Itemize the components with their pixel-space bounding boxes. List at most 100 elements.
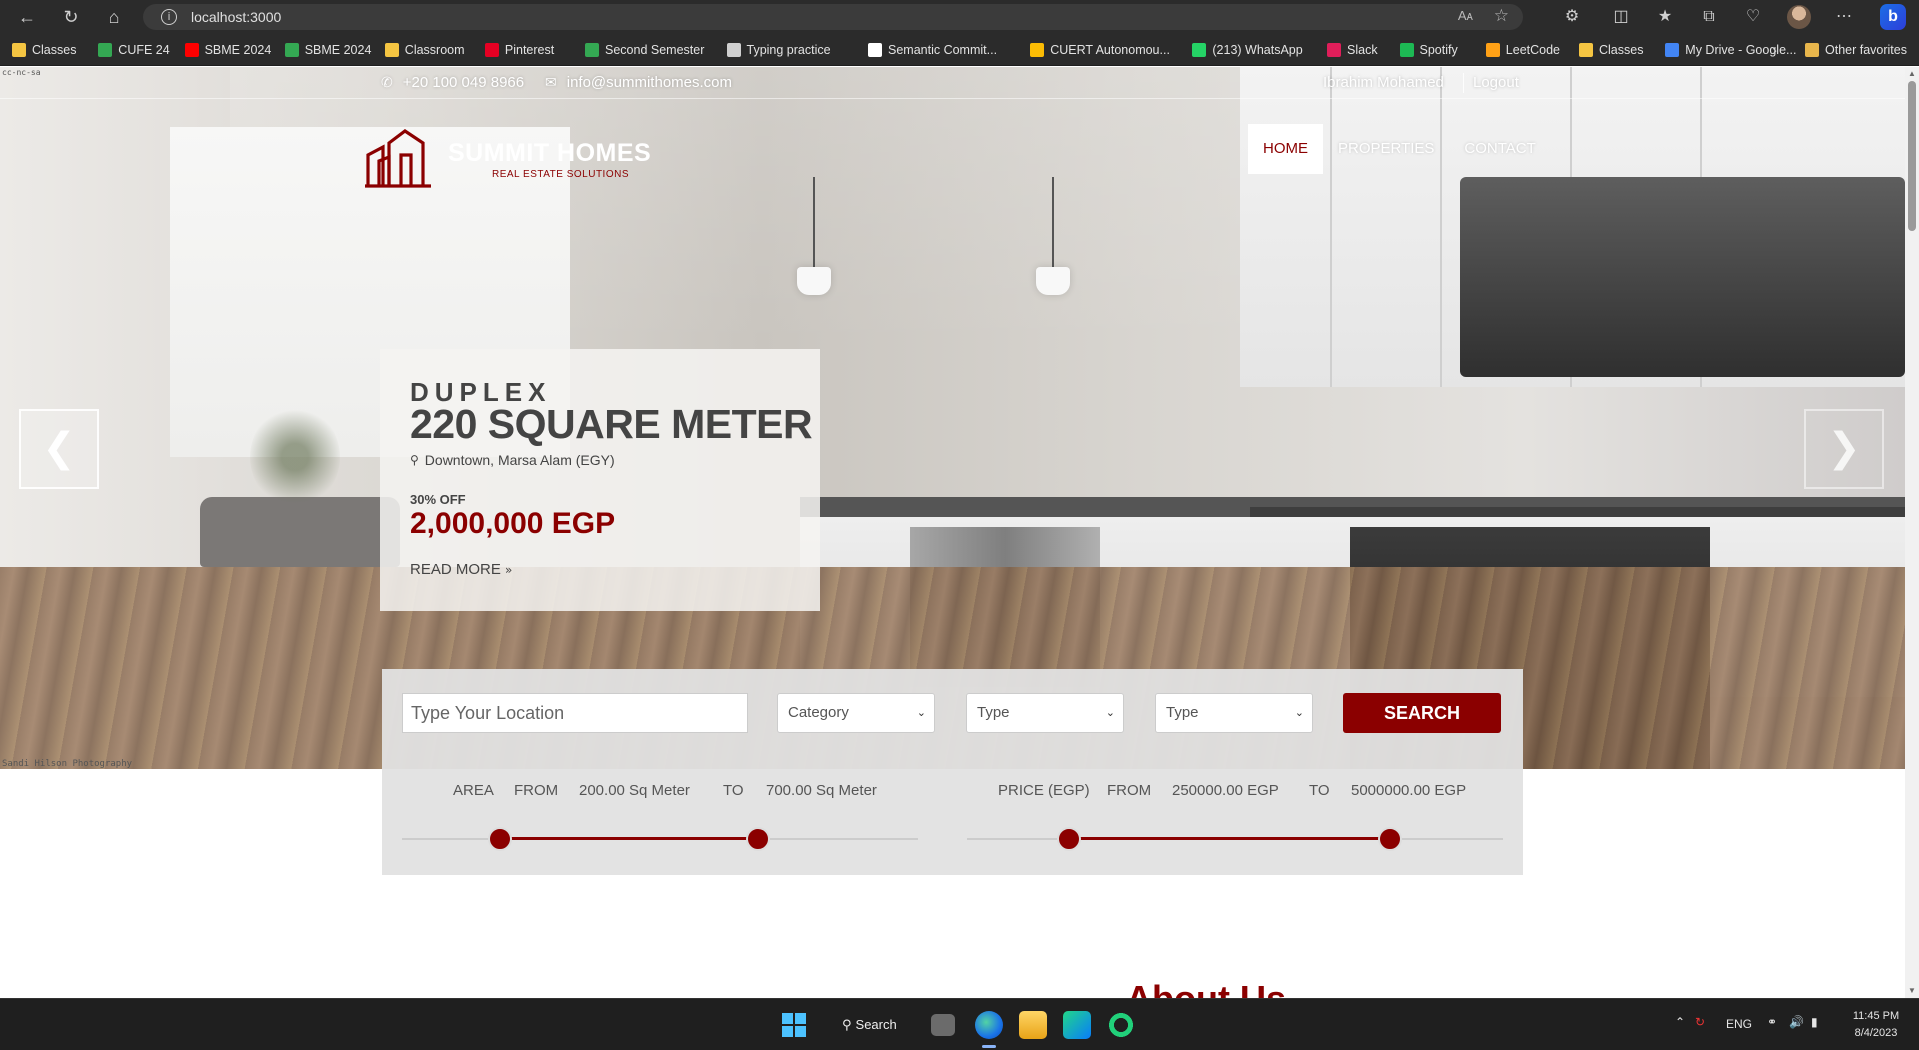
language-indicator[interactable]: ENG (1726, 1017, 1752, 1031)
site-info-icon[interactable]: i (161, 9, 177, 25)
bookmark-item[interactable]: Typing practice (726, 41, 831, 59)
favorite-star-icon[interactable]: ☆ (1494, 6, 1509, 26)
email-contact[interactable]: ✉ info@summithomes.com (545, 74, 732, 91)
bookmark-label[interactable]: Typing practice (747, 43, 831, 57)
read-aloud-icon[interactable]: Aᴀ (1458, 8, 1473, 23)
scroll-down-icon[interactable]: ▼ (1907, 986, 1917, 996)
location-search-input[interactable] (402, 693, 748, 733)
wifi-icon[interactable]: ⚭ (1767, 1015, 1777, 1029)
collections-icon[interactable]: ⧉ (1697, 5, 1721, 29)
url-text[interactable]: localhost:3000 (191, 9, 281, 25)
bookmark-favicon-icon (868, 43, 882, 57)
area-max-handle[interactable] (746, 827, 771, 851)
windows-start-icon[interactable] (782, 1013, 806, 1037)
nav-properties[interactable]: PROPERTIES (1323, 124, 1449, 174)
favorites-icon[interactable]: ★ (1653, 5, 1677, 29)
bookmark-item[interactable]: CUFE 24 (98, 41, 170, 59)
bookmark-label[interactable]: LeetCode (1506, 43, 1560, 57)
address-bar[interactable]: i localhost:3000 Aᴀ ☆ (143, 4, 1523, 30)
split-screen-icon[interactable]: ◫ (1609, 5, 1633, 29)
category-select[interactable]: Category ⌄ (777, 693, 935, 733)
sync-icon[interactable]: ↻ (1695, 1015, 1705, 1029)
bookmark-label[interactable]: Second Semester (605, 43, 704, 57)
bookmark-item[interactable]: CUERT Autonomou... (1030, 41, 1170, 59)
chevron-down-icon: ⌄ (1105, 706, 1115, 719)
bookmark-label[interactable]: My Drive - Google... (1685, 43, 1796, 57)
logout-link[interactable]: Logout (1473, 74, 1519, 91)
bookmark-favicon-icon (1485, 43, 1500, 57)
bookmarks-overflow-icon[interactable]: › (1772, 42, 1777, 59)
chevron-up-icon[interactable]: ⌃ (1675, 1015, 1685, 1029)
search-button[interactable]: SEARCH (1343, 693, 1501, 733)
scroll-up-icon[interactable]: ▲ (1907, 69, 1917, 79)
email-address[interactable]: info@summithomes.com (567, 74, 732, 91)
bookmark-item[interactable]: Slack (1327, 41, 1378, 59)
other-favorites-folder[interactable]: Other favorites (1805, 41, 1907, 59)
refresh-icon[interactable]: ↻ (58, 4, 84, 30)
browser-essentials-icon[interactable]: ♡ (1741, 5, 1765, 29)
nav-home[interactable]: HOME (1248, 124, 1323, 174)
slide-prev-button[interactable]: ❮ (19, 409, 99, 489)
more-menu-icon[interactable]: ⋯ (1832, 5, 1856, 29)
home-icon[interactable]: ⌂ (101, 4, 127, 30)
type-select-2[interactable]: Type ⌄ (1155, 693, 1313, 733)
bookmark-item[interactable]: Classroom (384, 41, 465, 59)
volume-icon[interactable]: 🔊 (1789, 1015, 1804, 1029)
folder-icon (1805, 43, 1819, 57)
read-more-label[interactable]: READ MORE (410, 561, 501, 578)
bookmark-label[interactable]: SBME 2024 (205, 43, 272, 57)
bookmark-label[interactable]: Pinterest (505, 43, 554, 57)
extensions-icon[interactable]: ⚙ (1560, 5, 1584, 29)
other-favorites-label[interactable]: Other favorites (1825, 43, 1907, 57)
bookmark-item[interactable]: Second Semester (585, 41, 704, 59)
price-max-handle[interactable] (1378, 827, 1403, 851)
back-icon[interactable]: ← (14, 4, 40, 30)
battery-icon[interactable]: ▮ (1811, 1015, 1818, 1029)
bookmark-item[interactable]: SBME 2024 (184, 41, 272, 59)
bookmark-item[interactable]: Classes (1579, 41, 1643, 59)
webstorm-icon[interactable] (1063, 1011, 1091, 1039)
app-icon[interactable] (1107, 1011, 1135, 1039)
profile-avatar[interactable] (1787, 5, 1811, 29)
bookmark-label[interactable]: SBME 2024 (305, 43, 372, 57)
system-clock[interactable]: 11:45 PM 8/4/2023 (1846, 1008, 1906, 1042)
type-select[interactable]: Type ⌄ (966, 693, 1124, 733)
site-logo[interactable]: SUMMIT HOMES REAL ESTATE SOLUTIONS (365, 125, 685, 195)
bookmark-item[interactable]: Classes (12, 41, 76, 59)
nav-contact[interactable]: CONTACT (1449, 124, 1550, 174)
scrollbar-thumb[interactable] (1908, 81, 1916, 231)
bookmark-favicon-icon (1327, 43, 1341, 57)
bookmark-label[interactable]: (213) WhatsApp (1212, 43, 1302, 57)
bookmark-item[interactable]: Spotify (1399, 41, 1458, 59)
price-min-handle[interactable] (1056, 827, 1081, 851)
bookmark-label[interactable]: Classroom (405, 43, 465, 57)
read-more-link[interactable]: READ MORE » (410, 561, 512, 578)
bookmark-favicon-icon (1192, 43, 1207, 57)
user-name[interactable]: Ibrahim Mohamed (1323, 74, 1444, 91)
phone-number[interactable]: +20 100 049 8966 (403, 74, 524, 91)
bookmarks-bar: Classes CUFE 24 SBME 2024 SBME 2024 Classroo… (0, 34, 1919, 66)
bookmark-item[interactable]: LeetCode (1485, 41, 1560, 59)
phone-contact[interactable]: ✆ +20 100 049 8966 (381, 74, 524, 91)
bookmark-label[interactable]: Classes (1599, 43, 1643, 57)
taskbar-search-label[interactable]: Search (856, 1017, 897, 1032)
taskbar-search[interactable]: ⚲ Search (830, 1011, 922, 1039)
bookmark-item[interactable]: Semantic Commit... (868, 41, 997, 59)
edge-browser-icon[interactable] (975, 1011, 1003, 1039)
bookmark-label[interactable]: Spotify (1420, 43, 1458, 57)
bookmark-favicon-icon (384, 43, 399, 57)
slide-next-button[interactable]: ❯ (1804, 409, 1884, 489)
bookmark-label[interactable]: Slack (1347, 43, 1378, 57)
page-scrollbar[interactable]: ▲ ▼ (1905, 67, 1919, 998)
task-view-icon[interactable] (931, 1014, 955, 1036)
bookmark-label[interactable]: CUFE 24 (118, 43, 169, 57)
file-explorer-icon[interactable] (1019, 1011, 1047, 1039)
bookmark-label[interactable]: CUERT Autonomou... (1050, 43, 1170, 57)
area-min-handle[interactable] (488, 827, 513, 851)
bookmark-item[interactable]: SBME 2024 (284, 41, 372, 59)
bookmark-label[interactable]: Semantic Commit... (888, 43, 997, 57)
bookmark-label[interactable]: Classes (32, 43, 76, 57)
bookmark-item[interactable]: Pinterest (484, 41, 554, 59)
bookmark-item[interactable]: (213) WhatsApp (1192, 41, 1303, 59)
bing-copilot-icon[interactable]: b (1880, 4, 1906, 30)
